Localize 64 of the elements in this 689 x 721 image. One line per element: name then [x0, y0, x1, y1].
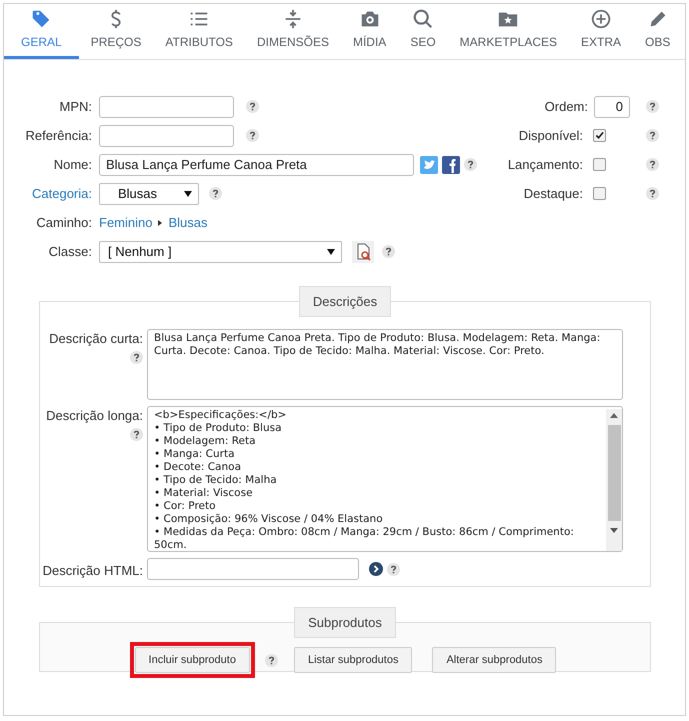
- help-icon[interactable]: [646, 158, 659, 171]
- document-search-icon[interactable]: [352, 240, 374, 262]
- tab[interactable]: PREÇOS: [78, 4, 154, 59]
- help-icon[interactable]: [130, 351, 143, 364]
- field-label: Referência:: [24, 128, 92, 143]
- tab[interactable]: SEO: [398, 4, 448, 59]
- checkbox[interactable]: [593, 187, 606, 200]
- field-label: Descrição longa:: [46, 408, 143, 423]
- field-label: Classe:: [48, 244, 92, 259]
- help-icon[interactable]: [246, 100, 259, 113]
- short-description-field[interactable]: Blusa Lança Perfume Canoa Preta. Tipo de Produto: Blusa. Modelagem: Reta. Manga: Curta. Decote: Canoa. Tipo de Tecido: Malha. Material: Viscose. Cor: Preto.: [147, 329, 623, 400]
- help-icon[interactable]: [646, 129, 659, 142]
- mpn-input[interactable]: [99, 96, 234, 118]
- checkbox[interactable]: [593, 158, 606, 171]
- field-label: Descrição curta:: [49, 331, 143, 346]
- help-icon[interactable]: [646, 100, 659, 113]
- tab[interactable]: MARKETPLACES: [448, 4, 570, 59]
- field-label: Disponível:: [518, 128, 583, 143]
- field-label: Descrição HTML:: [42, 562, 143, 578]
- subproduct-button[interactable]: Listar subprodutos: [294, 647, 412, 673]
- breadcrumb-link[interactable]: Feminino: [99, 215, 152, 230]
- field-label: Caminho:: [35, 215, 92, 230]
- subproduct-button[interactable]: Alterar subprodutos: [432, 647, 556, 673]
- field-label: Ordem:: [544, 99, 588, 114]
- checkbox[interactable]: [593, 129, 606, 142]
- tab[interactable]: MÍDIA: [340, 4, 398, 59]
- help-icon[interactable]: [382, 245, 395, 258]
- scroll-up-icon[interactable]: [610, 413, 618, 418]
- breadcrumb-link[interactable]: Blusas: [168, 215, 208, 230]
- search-icon: [412, 8, 434, 30]
- tab[interactable]: DIMENSÕES: [244, 4, 341, 59]
- scroll-down-icon[interactable]: [610, 528, 618, 533]
- facebook-icon[interactable]: [442, 156, 460, 174]
- field-label: Destaque:: [524, 186, 583, 201]
- reference-input[interactable]: [99, 124, 234, 146]
- section-title: Subprodutos: [294, 607, 396, 638]
- tab[interactable]: OBS: [633, 4, 682, 59]
- name-input[interactable]: Blusa Lança Perfume Canoa Preta: [99, 154, 414, 176]
- field-label: MPN:: [58, 99, 92, 114]
- tab[interactable]: ATRIBUTOS: [153, 4, 245, 59]
- help-icon[interactable]: [646, 187, 659, 200]
- class-select[interactable]: [ Nenhum ]: [99, 240, 342, 262]
- html-description-input[interactable]: [147, 558, 359, 580]
- caret-icon: [327, 248, 335, 254]
- section-title: Descrições: [298, 286, 392, 317]
- field-label: Nome:: [52, 157, 92, 172]
- chevron-icon: [158, 220, 162, 226]
- help-icon[interactable]: [209, 187, 222, 200]
- subproduct-button[interactable]: Incluir subproduto: [134, 647, 250, 673]
- arrow-right-icon[interactable]: [369, 562, 383, 576]
- category-link[interactable]: Categoria:: [4, 186, 92, 201]
- tab[interactable]: EXTRA: [569, 4, 634, 59]
- field-label: Lançamento:: [508, 157, 583, 172]
- tab[interactable]: GERAL: [4, 4, 79, 59]
- help-icon[interactable]: [264, 654, 278, 666]
- help-icon[interactable]: [246, 129, 259, 142]
- order-input[interactable]: 0: [594, 96, 630, 118]
- long-description-field[interactable]: <b>Especificações:</b> • Tipo de Produto: Blusa • Modelagem: Reta • Manga: Curta • Decote: Canoa • Tipo de Tecido: Malha • Material: Viscose • Cor: Preto • Composição: 96% Viscose / 04% Elastano • Medidas da Peça: Ombro: 08cm / Manga: 29cm / Busto: 86cm / Comprimento: 50cm.: [147, 406, 623, 552]
- help-icon[interactable]: [130, 428, 143, 441]
- category-select[interactable]: Blusas: [99, 182, 199, 204]
- caret-icon: [184, 190, 192, 196]
- scrollbar[interactable]: [606, 409, 622, 551]
- help-icon[interactable]: [464, 158, 477, 171]
- help-icon[interactable]: [387, 562, 400, 576]
